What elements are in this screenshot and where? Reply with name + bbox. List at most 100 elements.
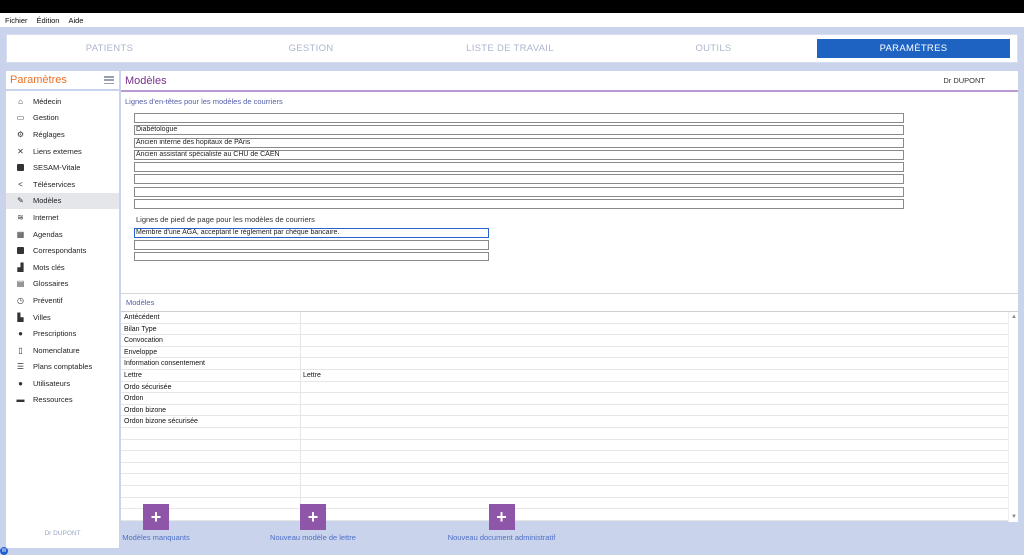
plus-icon: + xyxy=(143,504,169,530)
sidebar-item-prescriptions[interactable]: ● Prescriptions xyxy=(6,325,119,342)
tab-outils[interactable]: OUTILS xyxy=(610,39,817,58)
sidebar-item-label: Glossaires xyxy=(33,279,69,289)
header-line-input[interactable] xyxy=(134,162,904,173)
sidebar-item-label: Prescriptions xyxy=(33,329,77,339)
table-row[interactable]: Bilan Type xyxy=(121,323,1018,336)
menu-edition[interactable]: Édition xyxy=(37,16,60,25)
plus-icon: + xyxy=(300,504,326,530)
header-line-input[interactable]: Ancien interne des hopitaux de PAris xyxy=(134,137,904,148)
sidebar-item-plans-comptables[interactable]: ☰ Plans comptables xyxy=(6,359,119,376)
modeles-table: Antécédent Bilan Type Convocation Enveloppe… xyxy=(121,311,1018,522)
table-row[interactable]: Antécédent xyxy=(121,312,1018,324)
footer-line-input[interactable] xyxy=(134,251,489,262)
missing-models-button[interactable]: + Modèles manquants xyxy=(121,504,191,542)
sidebar-item-label: Réglages xyxy=(33,129,65,139)
sidebar-item-modeles[interactable]: ✎ Modèles xyxy=(6,192,119,210)
table-row[interactable]: Ordo sécurisée xyxy=(121,381,1018,394)
table-row[interactable]: Ordon xyxy=(121,393,1018,405)
document-icon: ▯ xyxy=(18,345,23,355)
sidebar-item-reglages[interactable]: ⚙ Réglages xyxy=(6,126,119,143)
sidebar-item-liens-externes[interactable]: ✕ Liens externes xyxy=(6,143,119,160)
table-cell-name xyxy=(121,439,301,451)
header-lines-label: Lignes d'en-têtes pour les modèles de co… xyxy=(125,97,283,106)
header-line-input[interactable] xyxy=(134,186,904,197)
table-cell-type xyxy=(301,451,1018,462)
sidebar-item-mots-cles[interactable]: ▟ Mots clés xyxy=(6,259,119,276)
table-row[interactable] xyxy=(121,474,1018,486)
footer-line-input[interactable]: Membre d'une AGA, acceptant le règlement… xyxy=(134,228,489,238)
app-taskbar-icon[interactable]: W xyxy=(0,547,8,555)
new-letter-model-button[interactable]: + Nouveau modèle de lettre xyxy=(268,504,358,542)
sidebar-item-preventif[interactable]: ◷ Préventif xyxy=(6,292,119,309)
sidebar-item-label: Utilisateurs xyxy=(33,378,71,388)
sidebar-item-internet[interactable]: ≋ Internet xyxy=(6,209,119,226)
table-cell-type: Lettre xyxy=(303,371,321,379)
tab-liste-de-travail[interactable]: LISTE DE TRAVAIL xyxy=(410,39,610,58)
table-row[interactable]: Convocation xyxy=(121,335,1018,347)
table-cell-type xyxy=(301,486,1018,497)
menu-aide[interactable]: Aide xyxy=(68,16,83,25)
sidebar-item-correspondants[interactable]: Correspondants xyxy=(6,242,119,259)
footer-lines-label: Lignes de pied de page pour les modèles … xyxy=(136,215,315,225)
table-row[interactable] xyxy=(121,485,1018,498)
hamburger-menu-icon[interactable] xyxy=(104,76,114,84)
table-row[interactable] xyxy=(121,427,1018,440)
sidebar-item-teleservices[interactable]: < Téléservices xyxy=(6,176,119,193)
tab-patients[interactable]: PATIENTS xyxy=(7,39,212,58)
sidebar-item-label: Villes xyxy=(33,312,51,322)
table-row[interactable]: Ordon bizone sécurisée xyxy=(121,416,1018,428)
table-cell-type xyxy=(301,324,1018,335)
table-row[interactable]: Ordon bizone xyxy=(121,404,1018,417)
table-row[interactable] xyxy=(121,462,1018,475)
vertical-scrollbar[interactable]: ▲ ▼ xyxy=(1008,312,1018,522)
table-cell-name: Ordo sécurisée xyxy=(121,381,301,393)
table-cell-name: Information consentement xyxy=(121,358,301,369)
table-row[interactable]: Information consentement xyxy=(121,358,1018,370)
sidebar-item-label: Mots clés xyxy=(33,262,65,272)
scroll-up-icon[interactable]: ▲ xyxy=(1011,314,1017,320)
header-line-input[interactable] xyxy=(134,174,904,185)
header-line-input[interactable] xyxy=(134,113,904,123)
sidebar-item-ressources[interactable]: ▬ Ressources xyxy=(6,392,119,409)
sidebar-item-sesam-vitale[interactable]: SESAM-Vitale xyxy=(6,159,119,176)
table-row[interactable]: Lettre Lettre xyxy=(121,369,1018,382)
header-line-input[interactable]: Diabétologue xyxy=(134,125,904,136)
sidebar-item-glossaires[interactable]: ▤ Glossaires xyxy=(6,276,119,293)
sidebar-item-agendas[interactable]: ▦ Agendas xyxy=(6,226,119,243)
table-row[interactable] xyxy=(121,439,1018,452)
sidebar-item-medecin[interactable]: ⌂ Médecin xyxy=(6,93,119,110)
header-line-input[interactable] xyxy=(134,199,904,210)
action-label: Nouveau document administratif xyxy=(447,533,556,542)
table-cell-name: Ordon xyxy=(121,393,301,404)
plus-icon: + xyxy=(488,504,515,530)
modeles-section-label: Modèles xyxy=(126,298,155,307)
table-row[interactable] xyxy=(121,451,1018,463)
table-cell-name xyxy=(121,485,301,497)
wifi-icon: ≋ xyxy=(17,212,24,222)
tab-gestion[interactable]: GESTION xyxy=(212,39,410,58)
sidebar-item-utilisateurs[interactable]: ● Utilisateurs xyxy=(6,375,119,392)
table-cell-name: Enveloppe xyxy=(121,346,301,358)
table-cell-type xyxy=(301,474,1018,485)
menu-fichier[interactable]: Fichier xyxy=(5,16,28,25)
footer-line-input[interactable] xyxy=(134,240,489,250)
sidebar-item-label: Médecin xyxy=(33,96,62,106)
tab-parametres[interactable]: PARAMÈTRES xyxy=(817,39,1010,58)
sidebar-item-villes[interactable]: ▙ Villes xyxy=(6,309,119,326)
table-cell-name: Ordon bizone xyxy=(121,404,301,416)
sidebar-item-label: SESAM-Vitale xyxy=(33,163,81,173)
table-cell-name: Convocation xyxy=(121,335,301,346)
sidebar-item-label: Plans comptables xyxy=(33,362,93,372)
sidebar-item-nomenclature[interactable]: ▯ Nomenclature xyxy=(6,342,119,359)
table-cell-name xyxy=(121,451,301,462)
header-line-input[interactable]: Ancien assistant spécialiste au CHU de C… xyxy=(134,149,904,160)
app-body: PATIENTS GESTION LISTE DE TRAVAIL OUTILS… xyxy=(0,27,1024,555)
sidebar-item-gestion[interactable]: ▭ Gestion xyxy=(6,110,119,127)
sidebar-item-label: Correspondants xyxy=(33,246,87,256)
main-header: Modèles Dr DUPONT xyxy=(121,71,1018,92)
window-titlebar xyxy=(0,0,1024,13)
table-row[interactable]: Enveloppe xyxy=(121,346,1018,359)
new-admin-document-button[interactable]: + Nouveau document administratif xyxy=(444,504,559,542)
sidebar-header: Paramètres xyxy=(6,71,119,91)
table-cell-name xyxy=(121,427,301,439)
